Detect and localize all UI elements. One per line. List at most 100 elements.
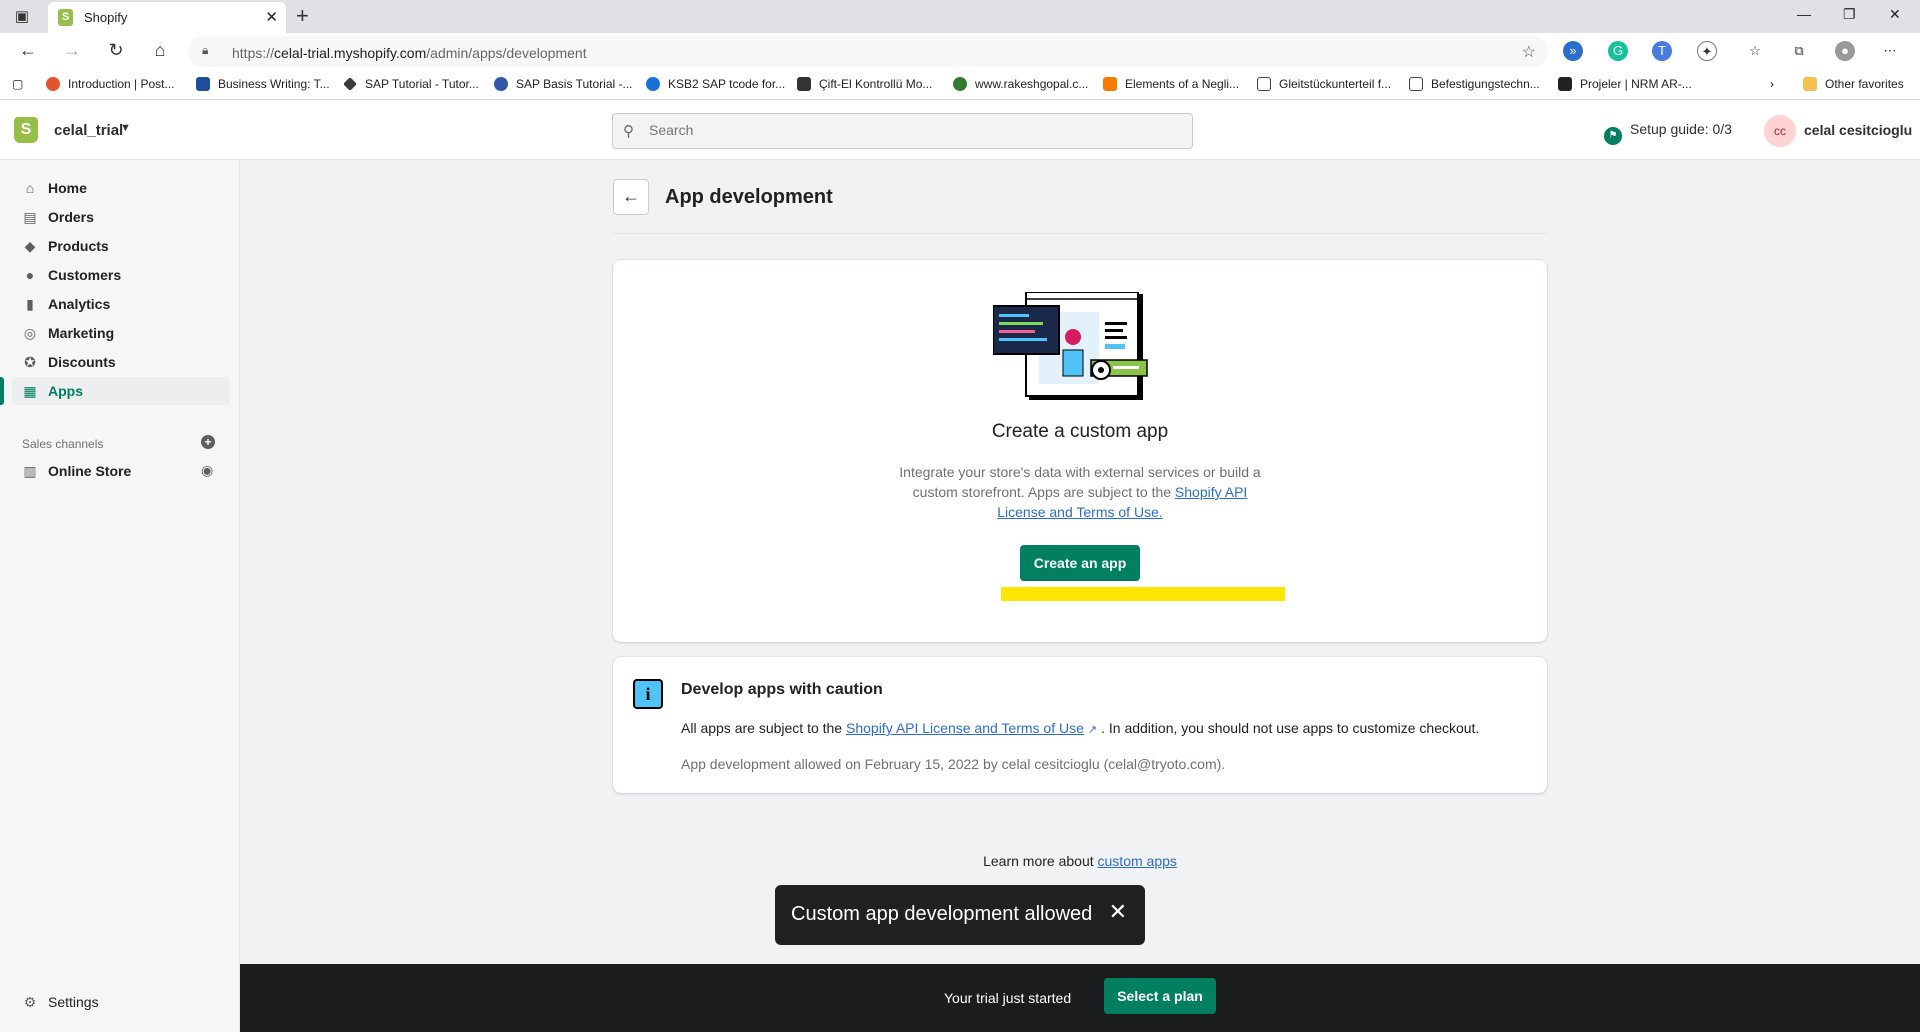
forward-icon[interactable]: → xyxy=(60,40,84,61)
external-link-icon: ↗ xyxy=(1087,724,1098,736)
shopify-favicon-icon: S xyxy=(58,9,73,26)
setup-guide-button[interactable]: ⚑ Setup guide: 0/3 xyxy=(1604,121,1732,145)
bookmark-item[interactable]: Projeler | NRM AR-... xyxy=(1558,77,1692,91)
browser-tab[interactable]: S Shopify ✕ xyxy=(48,2,286,33)
bookmark-favicon-icon xyxy=(1409,77,1423,91)
bookmark-item[interactable]: Gleitstückunterteil f... xyxy=(1257,77,1391,91)
user-name[interactable]: celal cesitcioglu xyxy=(1804,122,1912,138)
extensions-icon[interactable]: ✦ xyxy=(1697,41,1717,61)
create-app-card: Create a custom app Integrate your store… xyxy=(613,260,1547,642)
sidebar-item-marketing[interactable]: ◎ Marketing xyxy=(12,319,230,347)
sidebar-item-settings[interactable]: ⚙ Settings xyxy=(12,988,230,1016)
bookmark-item[interactable]: SAP Tutorial - Tutor... xyxy=(343,77,479,91)
more-menu-icon[interactable]: ⋯ xyxy=(1880,41,1900,61)
sidebar-item-label: Marketing xyxy=(48,325,115,341)
address-toolbar: ← → ↻ ⌂ 🔒︎ https://celal-trial.myshopify… xyxy=(0,33,1920,70)
sidebar-item-label: Home xyxy=(48,180,87,196)
avatar[interactable]: cc xyxy=(1764,115,1796,147)
create-app-button[interactable]: Create an app xyxy=(1020,545,1140,581)
restore-icon[interactable]: ❐ xyxy=(1843,6,1856,23)
minimize-icon[interactable]: — xyxy=(1797,6,1811,22)
sidebar-item-analytics[interactable]: ▮ Analytics xyxy=(12,290,230,318)
bookmark-item[interactable]: Çift-El Kontrollü Mo... xyxy=(797,77,932,91)
bookmark-item[interactable]: SAP Basis Tutorial -... xyxy=(494,77,633,91)
shopify-logo-icon[interactable]: S xyxy=(14,117,38,143)
sales-channels-title: Sales channels xyxy=(22,437,104,451)
collections-icon[interactable]: ⧉ xyxy=(1789,41,1809,61)
url-bar[interactable]: 🔒︎ https://celal-trial.myshopify.com/adm… xyxy=(188,36,1548,67)
bookmark-favicon-icon xyxy=(1558,77,1572,91)
store-switcher[interactable]: celal_trial xyxy=(54,122,123,139)
profile-avatar-icon[interactable]: ● xyxy=(1835,41,1855,61)
back-button[interactable]: ← xyxy=(613,179,649,215)
translate-icon[interactable]: T xyxy=(1652,41,1672,61)
tab-actions-icon[interactable]: ▣ xyxy=(12,7,32,27)
sidebar-item-label: Discounts xyxy=(48,354,116,370)
grammarly-icon[interactable]: G xyxy=(1608,41,1628,61)
bar-chart-icon: ▮ xyxy=(26,296,34,312)
refresh-icon[interactable]: ↻ xyxy=(104,40,128,61)
url-text: https://celal-trial.myshopify.com/admin/… xyxy=(232,45,587,61)
search-box[interactable]: ⚲ xyxy=(612,113,1193,149)
caution-title: Develop apps with caution xyxy=(681,681,883,698)
favorite-star-icon[interactable]: ☆ xyxy=(1522,42,1536,62)
read-aloud-icon[interactable]: » xyxy=(1563,41,1583,61)
sidebar-item-label: Products xyxy=(48,238,109,254)
sidebar-item-online-store[interactable]: ▥ Online Store xyxy=(12,457,192,485)
bookmark-favicon-icon xyxy=(196,77,210,91)
tab-close-icon[interactable]: ✕ xyxy=(265,8,278,26)
folder-icon xyxy=(1803,77,1817,91)
gear-icon: ⚙ xyxy=(23,994,37,1010)
close-icon[interactable]: ✕ xyxy=(1109,899,1127,925)
home-browser-icon[interactable]: ⌂ xyxy=(148,40,172,61)
bookmark-item[interactable]: Introduction | Post... xyxy=(46,77,175,91)
apps-icon: ▦ xyxy=(23,383,37,399)
back-icon[interactable]: ← xyxy=(16,40,40,61)
eye-icon[interactable]: ◉ xyxy=(201,462,213,479)
trial-text: Your trial just started xyxy=(944,990,1072,1006)
browser-tab-bar: ▣ S Shopify ✕ + — ❐ ✕ xyxy=(0,0,1920,33)
bookmark-favicon-icon xyxy=(646,77,660,91)
sidebar-item-label: Orders xyxy=(48,209,94,225)
add-channel-icon[interactable]: + xyxy=(201,435,215,449)
new-tab-icon[interactable]: + xyxy=(296,3,309,29)
target-icon: ◎ xyxy=(23,325,37,341)
divider xyxy=(613,233,1547,234)
bookmark-favicon-icon xyxy=(494,77,508,91)
toast-notification: Custom app development allowed ✕ xyxy=(775,885,1145,945)
api-terms-link[interactable]: Shopify API License and Terms of Use xyxy=(846,720,1084,736)
sidebar-item-discounts[interactable]: ✪ Discounts xyxy=(12,348,230,376)
sidebar-item-home[interactable]: ⌂ Home xyxy=(12,174,230,202)
page-icon: ▢ xyxy=(12,77,24,91)
sidebar-item-orders[interactable]: ▤ Orders xyxy=(12,203,230,231)
discount-icon: ✪ xyxy=(24,354,36,370)
bookmark-favicon-icon xyxy=(953,77,967,91)
select-plan-button[interactable]: Select a plan xyxy=(1104,978,1216,1014)
other-favorites[interactable]: Other favorites xyxy=(1803,77,1904,91)
bookmark-favicon-icon xyxy=(797,77,811,91)
bookmark-item[interactable]: Befestigungstechn... xyxy=(1409,77,1540,91)
bookmark-favicon-icon xyxy=(1103,77,1117,91)
custom-apps-link[interactable]: custom apps xyxy=(1098,853,1177,869)
main-content: ← App development Create a custom app In xyxy=(240,160,1920,1032)
sidebar-item-products[interactable]: ◆ Products xyxy=(12,232,230,260)
bookmark-item[interactable]: KSB2 SAP tcode for... xyxy=(646,77,785,91)
favorites-icon[interactable]: ☆ xyxy=(1745,41,1765,61)
sidebar-item-customers[interactable]: ● Customers xyxy=(12,261,230,289)
window-close-icon[interactable]: ✕ xyxy=(1889,6,1901,23)
bookmarks-bar: ▢ Introduction | Post... Business Writin… xyxy=(0,70,1920,100)
lock-icon: 🔒︎ xyxy=(202,43,209,57)
sidebar: ⌂ Home ▤ Orders ◆ Products ● Customers ▮ Anal… xyxy=(0,160,240,1032)
caret-down-icon[interactable]: ▼ xyxy=(120,122,131,134)
bookmark-favicon-icon xyxy=(1257,77,1271,91)
search-input[interactable] xyxy=(649,122,1169,138)
home-icon: ⌂ xyxy=(25,180,35,196)
caution-body: All apps are subject to the Shopify API … xyxy=(681,720,1480,736)
bookmark-item[interactable]: www.rakeshgopal.c... xyxy=(953,77,1088,91)
bookmark-item[interactable]: Business Writing: T... xyxy=(196,77,330,91)
sidebar-item-apps[interactable]: ▦ Apps xyxy=(0,377,230,405)
bookmark-item[interactable]: Elements of a Negli... xyxy=(1103,77,1239,91)
bookmarks-overflow-icon[interactable]: › xyxy=(1770,77,1774,91)
sidebar-item-label: Apps xyxy=(48,383,83,399)
trial-banner: Your trial just started Select a plan xyxy=(240,964,1920,1032)
